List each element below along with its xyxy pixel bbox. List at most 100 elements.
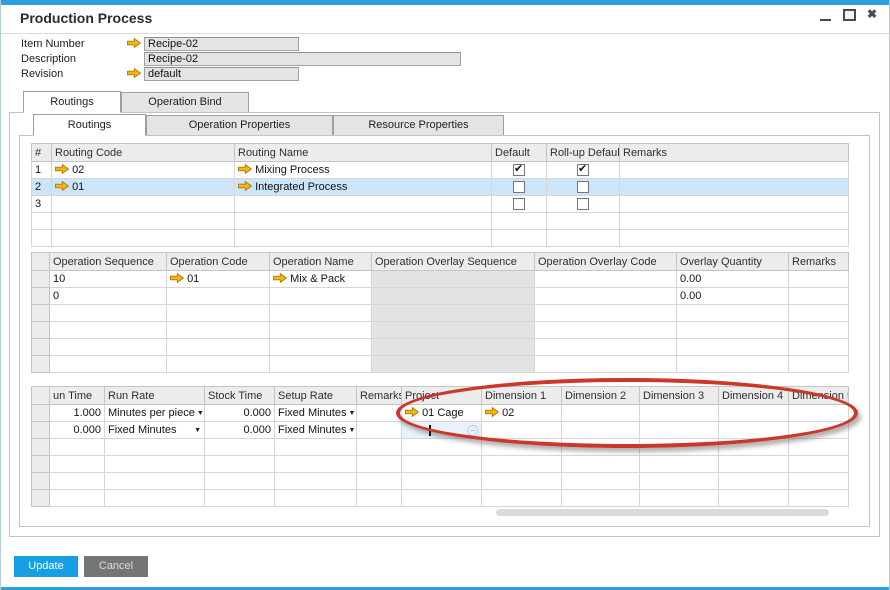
col-header-run-time: un Time xyxy=(50,387,105,405)
routing-code-cell[interactable] xyxy=(52,196,235,213)
dimension-2-cell[interactable] xyxy=(562,422,640,439)
operation-sequence-cell[interactable]: 0 xyxy=(50,288,167,305)
link-arrow-icon[interactable] xyxy=(170,273,184,283)
link-arrow-icon[interactable] xyxy=(238,164,252,174)
operation-name-cell[interactable] xyxy=(270,288,372,305)
run-time-cell[interactable]: 1.000 xyxy=(50,405,105,422)
dimension-1-cell[interactable] xyxy=(482,422,562,439)
col-header-remarks: Remarks xyxy=(620,144,849,162)
checkbox-icon[interactable] xyxy=(577,198,589,210)
overlay-quantity-cell[interactable]: 0.00 xyxy=(677,271,789,288)
run-time-cell[interactable]: 0.000 xyxy=(50,422,105,439)
remarks-cell[interactable] xyxy=(620,179,849,196)
checkbox-icon[interactable] xyxy=(577,164,589,176)
chevron-down-icon[interactable]: ▼ xyxy=(197,410,204,417)
project-cell[interactable]: 01 Cage xyxy=(402,405,482,422)
remarks-cell[interactable] xyxy=(789,288,849,305)
chevron-down-icon[interactable]: ▼ xyxy=(348,427,355,434)
tab-resource-properties[interactable]: Resource Properties xyxy=(333,115,504,135)
operation-code-cell[interactable] xyxy=(167,288,270,305)
remarks-cell[interactable] xyxy=(620,162,849,179)
default-checkbox-cell[interactable] xyxy=(492,196,547,213)
link-arrow-icon[interactable] xyxy=(55,181,69,191)
col-header-default: Default xyxy=(492,144,547,162)
overlay-code-cell[interactable] xyxy=(535,271,677,288)
routing-name-cell[interactable]: Integrated Process xyxy=(235,179,492,196)
dimension-4-cell[interactable] xyxy=(719,405,789,422)
minimize-icon[interactable] xyxy=(820,19,831,21)
routing-name-cell[interactable] xyxy=(235,196,492,213)
row-number-cell: 1 xyxy=(32,162,52,179)
dimension-2-cell[interactable] xyxy=(562,405,640,422)
table-row-empty xyxy=(32,490,849,507)
rollup-checkbox-cell[interactable] xyxy=(547,162,620,179)
title-separator xyxy=(1,33,889,34)
run-rate-dropdown[interactable]: Fixed Minutes▼ xyxy=(105,422,205,439)
overlay-sequence-cell xyxy=(372,271,535,288)
link-arrow-icon[interactable] xyxy=(127,38,141,48)
operation-name-cell[interactable]: Mix & Pack xyxy=(270,271,372,288)
link-arrow-icon[interactable] xyxy=(485,407,499,417)
link-arrow-icon[interactable] xyxy=(273,273,287,283)
link-arrow-icon[interactable] xyxy=(127,68,141,78)
run-rate-dropdown[interactable]: Minutes per piece▼ xyxy=(105,405,205,422)
default-checkbox-cell[interactable] xyxy=(492,179,547,196)
routing-code-cell[interactable]: 02 xyxy=(52,162,235,179)
operation-code-cell[interactable]: 01 xyxy=(167,271,270,288)
remarks-cell[interactable] xyxy=(789,271,849,288)
chevron-down-icon[interactable]: ▼ xyxy=(348,410,355,417)
item-number-field[interactable]: Recipe-02 xyxy=(144,37,299,51)
remarks-cell[interactable] xyxy=(620,196,849,213)
checkbox-icon[interactable] xyxy=(513,198,525,210)
tab-operation-properties[interactable]: Operation Properties xyxy=(146,115,333,135)
stock-time-cell[interactable]: 0.000 xyxy=(205,422,275,439)
routing-name-cell[interactable]: Mixing Process xyxy=(235,162,492,179)
project-cell-editing[interactable] xyxy=(402,422,482,439)
dimension-4-cell[interactable] xyxy=(719,422,789,439)
chevron-down-icon[interactable]: ▼ xyxy=(194,427,201,434)
remarks-cell[interactable] xyxy=(357,405,402,422)
overlay-code-cell[interactable] xyxy=(535,288,677,305)
cancel-button[interactable]: Cancel xyxy=(84,556,148,577)
rollup-checkbox-cell[interactable] xyxy=(547,196,620,213)
col-header-routing-name: Routing Name xyxy=(235,144,492,162)
remarks-cell[interactable] xyxy=(357,422,402,439)
checkbox-icon[interactable] xyxy=(513,181,525,193)
link-arrow-icon[interactable] xyxy=(55,164,69,174)
rollup-checkbox-cell[interactable] xyxy=(547,179,620,196)
stock-time-cell[interactable]: 0.000 xyxy=(205,405,275,422)
checkbox-icon[interactable] xyxy=(577,181,589,193)
col-header-remarks: Remarks xyxy=(357,387,402,405)
window-top-border xyxy=(1,0,889,5)
col-header-stock-time: Stock Time xyxy=(205,387,275,405)
horizontal-scrollbar[interactable] xyxy=(496,509,829,516)
description-field[interactable]: Recipe-02 xyxy=(144,52,461,66)
routing-code-cell[interactable]: 01 xyxy=(52,179,235,196)
dimension-3-cell[interactable] xyxy=(640,405,719,422)
table-row-selected: 2 01 Integrated Process xyxy=(32,179,849,196)
revision-field[interactable]: default xyxy=(144,67,299,81)
dimension-1-cell[interactable]: 02 xyxy=(482,405,562,422)
operation-sequence-cell[interactable]: 10 xyxy=(50,271,167,288)
maximize-icon[interactable] xyxy=(843,9,856,21)
tab-routings-inner[interactable]: Routings xyxy=(33,114,146,136)
details-header-row: un Time Run Rate Stock Time Setup Rate R… xyxy=(32,387,849,405)
default-checkbox-cell[interactable] xyxy=(492,162,547,179)
setup-rate-dropdown[interactable]: Fixed Minutes▼ xyxy=(275,422,357,439)
col-header-dimension-4: Dimension 4 xyxy=(719,387,789,405)
dimension-5-cell[interactable] xyxy=(789,405,849,422)
table-row-empty xyxy=(32,339,849,356)
checkbox-icon[interactable] xyxy=(513,164,525,176)
dimension-5-cell[interactable] xyxy=(789,422,849,439)
table-row: 0.000 Fixed Minutes▼ 0.000 Fixed Minutes… xyxy=(32,422,849,439)
update-button[interactable]: Update xyxy=(14,556,78,577)
overlay-quantity-cell[interactable]: 0.00 xyxy=(677,288,789,305)
setup-rate-dropdown[interactable]: Fixed Minutes▼ xyxy=(275,405,357,422)
col-header-dimension-5: Dimension 5 xyxy=(789,387,849,405)
tab-operation-bind[interactable]: Operation Bind xyxy=(121,92,249,112)
close-icon[interactable]: ✖ xyxy=(867,7,877,21)
dimension-3-cell[interactable] xyxy=(640,422,719,439)
tab-routings-outer[interactable]: Routings xyxy=(23,91,121,113)
link-arrow-icon[interactable] xyxy=(238,181,252,191)
link-arrow-icon[interactable] xyxy=(405,407,419,417)
